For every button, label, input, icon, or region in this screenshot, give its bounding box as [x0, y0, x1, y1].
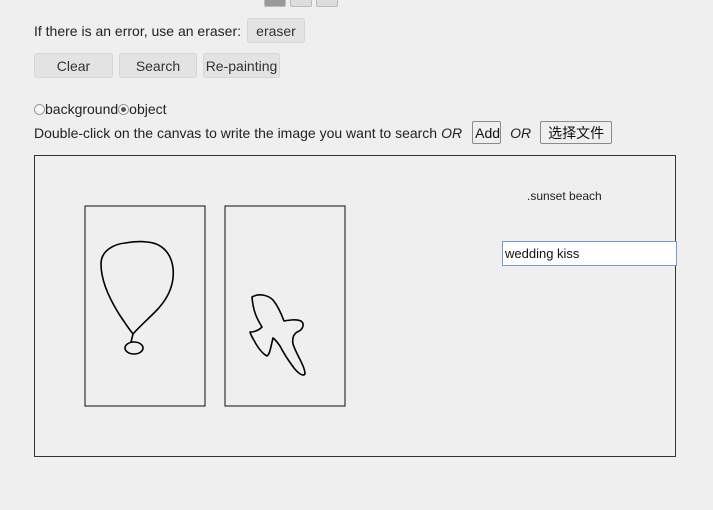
- background-radio-label[interactable]: background: [45, 101, 118, 117]
- background-radio[interactable]: [34, 103, 45, 115]
- object-radio-label[interactable]: object: [129, 101, 166, 117]
- top-toolbar-cutoff: [260, 0, 338, 7]
- sketch-box-2[interactable]: [224, 205, 346, 407]
- repaint-button[interactable]: Re-painting: [203, 53, 280, 78]
- mode-radio-group: background object: [34, 101, 167, 117]
- action-buttons: Clear Search Re-painting: [34, 53, 286, 78]
- sketch-box-1[interactable]: [84, 205, 206, 407]
- eraser-hint: If there is an error, use an eraser:: [34, 22, 241, 39]
- top-button-3[interactable]: [316, 0, 338, 7]
- instruction-row: Double-click on the canvas to write the …: [34, 121, 613, 144]
- eraser-button[interactable]: eraser: [247, 18, 305, 43]
- eraser-row: If there is an error, use an eraser: era…: [34, 18, 305, 43]
- balloon-sketch-icon: [100, 240, 175, 355]
- or-text-1: OR: [441, 124, 463, 141]
- canvas-text-label[interactable]: .sunset beach: [527, 189, 602, 203]
- top-button-2[interactable]: [290, 0, 312, 7]
- sketch-search-page: If there is an error, use an eraser: era…: [0, 0, 713, 510]
- choose-file-button[interactable]: 选择文件: [540, 121, 613, 144]
- instruction-text: Double-click on the canvas to write the …: [34, 124, 438, 141]
- search-button[interactable]: Search: [119, 53, 197, 78]
- object-radio[interactable]: [118, 103, 130, 115]
- or-text-2: OR: [510, 124, 532, 141]
- drawing-canvas[interactable]: .sunset beach: [34, 155, 677, 457]
- bird-sketch-icon: [249, 294, 306, 376]
- canvas-text-input[interactable]: [502, 241, 677, 266]
- add-button[interactable]: Add: [472, 121, 502, 144]
- clear-button[interactable]: Clear: [34, 53, 113, 78]
- top-button-1[interactable]: [264, 0, 286, 7]
